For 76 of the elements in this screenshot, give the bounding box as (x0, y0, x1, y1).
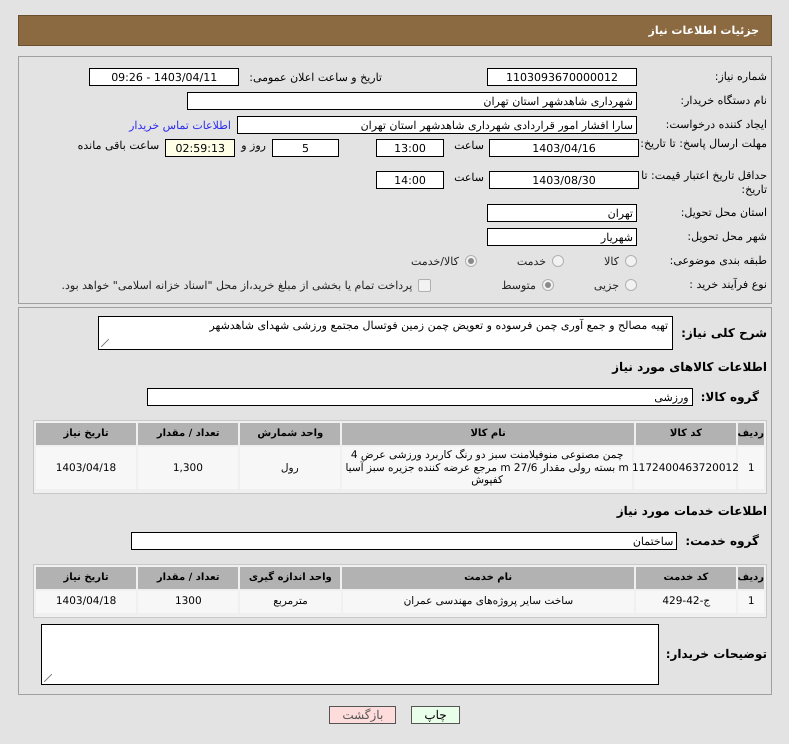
print-button[interactable]: چاپ (411, 706, 460, 724)
column-header: کد کالا (636, 423, 736, 445)
description-textarea[interactable]: تهیه مصالح و جمع آوری چمن فرسوده و تعویض چمن زمین فوتسال مجتمع ورزشی شهدای شاهدشهر (98, 316, 674, 350)
column-header: نام خدمت (342, 566, 634, 589)
section-title: اطلاعات خدمات مورد نیاز (615, 504, 768, 518)
requester-field: سارا افشار امور قراردادی شهرداری شاهدشهر استان تهران (237, 116, 637, 134)
validity-date-field: 1403/08/30 (489, 171, 639, 189)
table-cell: رول (240, 447, 340, 489)
field-label: طبقه بندی موضوعی: (668, 254, 767, 268)
radio-label: جزیی (594, 278, 619, 292)
field-label: مهلت ارسال پاسخ: تا تاریخ: (639, 137, 767, 151)
radio-button[interactable] (552, 255, 564, 267)
reply-time-field: 13:00 (376, 139, 444, 157)
buyer-contact-link[interactable]: اطلاعات تماس خریدار (129, 118, 231, 132)
column-header: تعداد / مقدار (138, 423, 238, 445)
radio-label: کالا (604, 254, 619, 268)
field-label: شرح کلی نیاز: (681, 326, 767, 340)
column-header: واحد شمارش (240, 423, 340, 445)
column-header: ردیف (738, 423, 764, 445)
table-cell: ساخت سایر پروژه‌های مهندسی عمران (342, 590, 634, 613)
field-label: تاریخ و ساعت اعلان عمومی: (249, 70, 382, 84)
buyer-notes-textarea[interactable] (40, 624, 659, 685)
radio-label: کالا/خدمت (411, 254, 459, 268)
field-label: گروه کالا: (700, 390, 759, 404)
time-label: ساعت (453, 171, 484, 184)
reply-date-field: 1403/04/16 (489, 139, 639, 157)
radio-button[interactable] (625, 255, 637, 267)
time-label: ساعت (453, 139, 484, 152)
table-cell: چمن مصنوعی منوفیلامنت سبز دو رنگ کاربرد ورزشی عرض 4 m بسته رولی مقدار 27/6 m مرجع عرضه کننده جزیره سبز آسیا کفپوش (342, 447, 632, 489)
validity-time-field: 14:00 (376, 171, 444, 189)
back-button[interactable]: بازگشت (329, 706, 396, 724)
days-label: روز و (241, 139, 266, 152)
column-header: واحد اندازه گیری (240, 566, 340, 589)
table-cell: 1 (738, 447, 764, 489)
column-header: ردیف (738, 566, 764, 589)
table-cell: 1 (738, 590, 764, 613)
column-header: تعداد / مقدار (138, 566, 238, 589)
city-field: شهریار (487, 228, 637, 246)
section-title: اطلاعات کالاهای مورد نیاز (610, 360, 768, 374)
announce-date-field: 1403/04/11 - 09:26 (89, 68, 240, 86)
radio-button[interactable] (625, 279, 637, 291)
field-label: نوع فرآیند خرید : (688, 278, 767, 292)
table-cell: 1403/04/18 (36, 590, 136, 613)
table-cell: 1300 (138, 590, 238, 613)
table-cell: مترمربع (240, 590, 341, 613)
province-field: تهران (487, 204, 637, 222)
radio-button[interactable] (464, 255, 477, 267)
remaining-label: ساعت باقی مانده (78, 139, 160, 152)
column-header: تاریخ نیاز (36, 566, 136, 589)
column-header: نام کالا (342, 423, 634, 445)
field-label: گروه خدمت: (685, 534, 759, 548)
remaining-time-field: 02:59:13 (165, 139, 236, 157)
table-cell: 1172400463720012 (634, 447, 736, 489)
radio-button[interactable] (542, 279, 554, 291)
field-label: حداقل تاریخ اعتبار قیمت: تا تاریخ: (640, 169, 767, 196)
field-label: شهر محل تحویل: (686, 230, 767, 244)
column-header: کد خدمت (636, 566, 736, 589)
table-cell: 1403/04/18 (36, 447, 136, 489)
field-label: توضیحات خریدار: (666, 647, 767, 662)
group-field: ورزشی (146, 388, 693, 406)
field-label: شماره نیاز: (714, 70, 767, 84)
checkbox-label: پرداخت تمام یا بخشی از مبلغ خرید،از محل "اسناد خزانه اسلامی" خواهد بود. (62, 278, 412, 292)
days-field: 5 (272, 139, 339, 157)
group-field: ساختمان (131, 532, 678, 550)
buyer-field: شهرداری شاهدشهر استان تهران (187, 92, 637, 110)
field-label: ایجاد کننده درخواست: (664, 118, 767, 132)
page-title: جزئیات اطلاعات نیاز (648, 24, 759, 37)
checkbox[interactable] (418, 278, 432, 292)
column-header: تاریخ نیاز (36, 423, 136, 445)
table-cell: ج-42-429 (636, 590, 736, 613)
need-number-field: 1103093670000012 (487, 68, 637, 86)
radio-label: خدمت (516, 254, 546, 268)
field-label: نام دستگاه خریدار: (679, 94, 767, 108)
field-label: استان محل تحویل: (680, 206, 767, 220)
table-cell: 1,300 (138, 447, 238, 489)
radio-label: متوسط (501, 278, 536, 292)
